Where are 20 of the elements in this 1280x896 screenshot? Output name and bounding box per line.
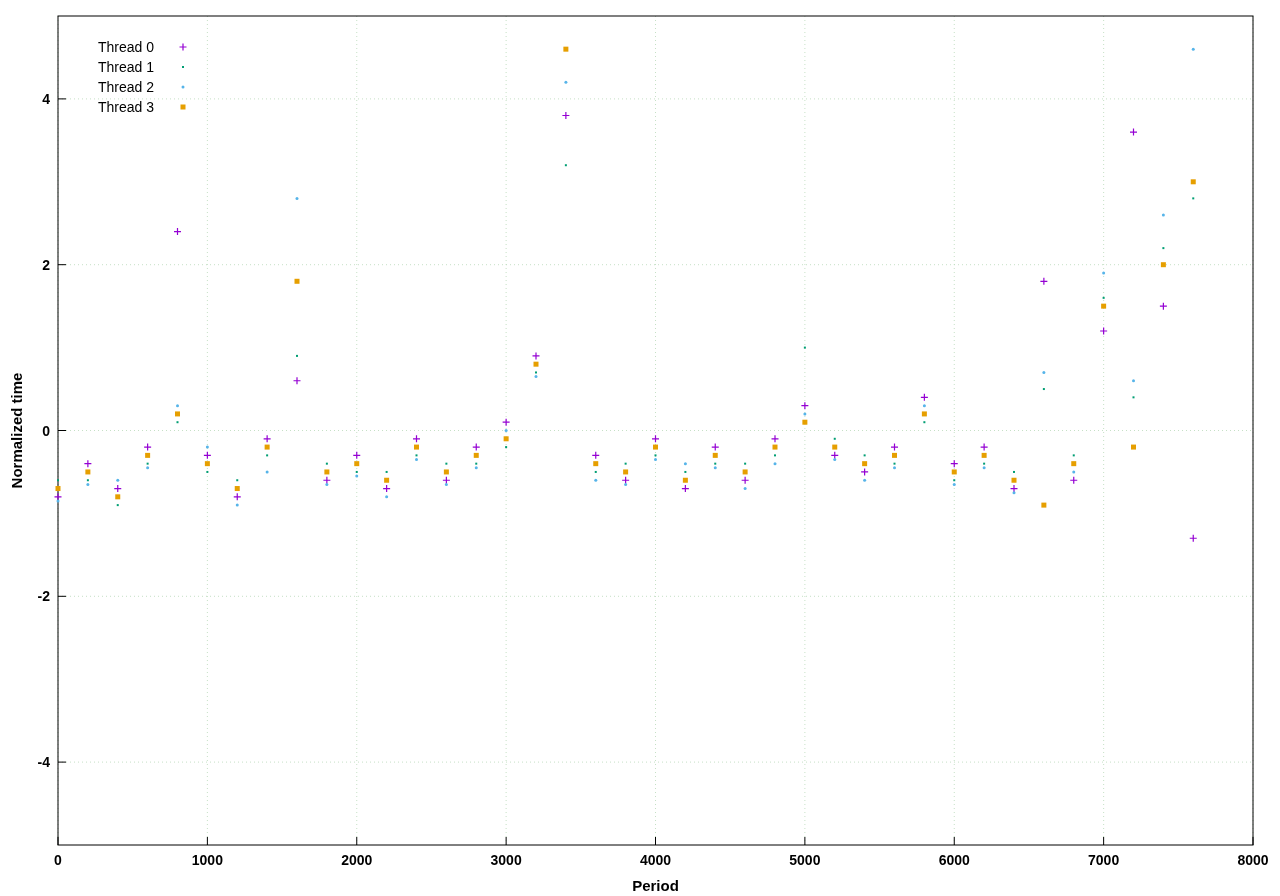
legend-label: Thread 2: [97, 79, 154, 95]
axis-tick-label: -4: [37, 754, 50, 771]
legend-label: Thread 0: [97, 39, 154, 55]
x-axis-title: Period: [632, 877, 679, 894]
axis-tick-label: 6000: [938, 852, 970, 868]
legend-label: Thread 3: [97, 99, 154, 115]
axis-tick-label: 3000: [490, 852, 522, 868]
axis-tick-label: 0: [54, 852, 62, 868]
axis-tick-label: 0: [42, 422, 50, 439]
axis-tick-label: 2000: [341, 852, 373, 868]
axis-tick-label: 2: [42, 256, 50, 273]
axis-tick-label: 8000: [1237, 852, 1269, 868]
axis-tick-label: 7000: [1088, 852, 1120, 868]
y-axis-title: Normalized time: [8, 372, 25, 489]
axis-tick-label: 4000: [639, 852, 672, 868]
legend-label: Thread 1: [97, 59, 154, 75]
axis-tick-label: -2: [37, 588, 50, 605]
axis-tick-label: 1000: [191, 852, 223, 868]
axis-tick-label: 5000: [789, 852, 821, 868]
axis-tick-label: 4: [42, 90, 50, 107]
